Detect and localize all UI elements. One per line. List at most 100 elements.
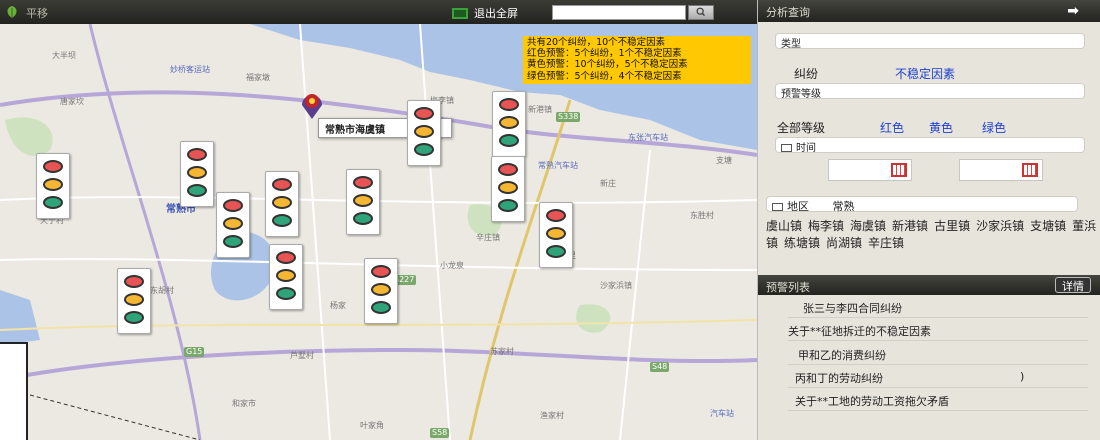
map-label: 福家墩 [246,73,270,82]
map-label: 东胡村 [150,286,174,295]
warning-title: 张三与李四合同纠纷 [803,302,902,315]
detail-button[interactable]: 详情 [1055,277,1091,293]
time-field-label: 时间 [796,143,816,154]
town-item[interactable]: 新港镇 [892,219,928,233]
fullscreen-icon [452,7,468,19]
warning-level-field[interactable]: 预警等级 [775,83,1085,100]
arrow-right-icon[interactable]: ➡ [1067,3,1079,19]
calendar-icon[interactable] [891,163,907,177]
warning-summary: 共有20个纠纷，10个不稳定因素 红色预警：5个纠纷，1个不稳定因素 黄色预警：… [523,36,751,84]
analysis-panel: 分析查询 ➡ 类型 纠纷 不稳定因素 预警等级 全部等级 红色 黄色 绿色 时间… [757,0,1100,440]
overview-map[interactable] [0,342,28,440]
start-date-input[interactable] [828,159,912,181]
panel-title: 分析查询 [766,6,810,19]
town-list: 虞山镇 梅李镇 海虞镇 新港镇 古里镇 沙家浜镇 支塘镇 董浜镇 练塘镇 尚湖镇 辛庄镇 [766,218,1099,252]
traffic-light-marker[interactable] [180,141,214,207]
level-option-green[interactable]: 绿色 [982,119,1006,136]
map-label: 常熟汽车站 [538,161,578,170]
exit-fullscreen-label: 退出全屏 [474,7,518,20]
traffic-light-marker[interactable] [539,202,573,268]
leaf-icon [7,6,17,18]
time-field[interactable]: 时间 [775,137,1085,154]
summary-line: 黄色预警：10个纠纷，5个不稳定因素 [527,59,688,71]
road-shield: G15 [184,347,205,357]
traffic-light-marker[interactable] [216,192,250,258]
map-label: 小龙泉 [440,261,464,270]
calendar-icon[interactable] [1022,163,1038,177]
warning-row[interactable]: 关于**工地的劳动工资拖欠矛盾 [788,390,1088,411]
map-label: 支塘 [716,156,732,165]
location-pin-icon[interactable] [298,90,326,120]
traffic-light-marker[interactable] [346,169,380,235]
pan-tool-label[interactable]: 平移 [26,5,48,21]
town-item[interactable]: 练塘镇 [784,236,820,250]
town-item[interactable]: 虞山镇 [766,219,802,233]
warning-title: 关于**征地拆迁的不稳定因素 [788,325,931,338]
map-icon [772,203,783,211]
level-option-yellow[interactable]: 黄色 [929,119,953,136]
end-date-input[interactable] [959,159,1043,181]
map-label: 杨家 [330,301,346,310]
road-shield: S338 [556,112,581,122]
traffic-light-marker[interactable] [364,258,398,324]
search-button[interactable] [688,5,714,20]
warning-title: 关于**工地的劳动工资拖欠矛盾 [795,395,949,408]
type-option-dispute[interactable]: 纠纷 [794,65,818,82]
level-option-all[interactable]: 全部等级 [777,119,825,136]
map-label: 汽车站 [710,409,734,418]
calendar-icon [781,144,792,152]
map-label: 东张汽车站 [628,133,668,142]
traffic-light-marker[interactable] [269,244,303,310]
summary-line: 共有20个纠纷，10个不稳定因素 [527,37,666,48]
warning-row[interactable]: 张三与李四合同纠纷 [788,297,1088,318]
type-field[interactable]: 类型 [775,33,1085,50]
map-label: 东胜村 [690,211,714,220]
town-item[interactable]: 支塘镇 [1030,219,1066,233]
town-item[interactable]: 古里镇 [934,219,970,233]
traffic-light-marker[interactable] [117,268,151,334]
warning-list-title: 预警列表 [766,281,810,294]
road-shield: S58 [430,428,450,438]
map-view[interactable]: 大半坝 妙桥客运站 福家墩 唐家坎 梅李镇 新港镇 东张汽车站 支塘 常熟汽车站… [0,0,757,440]
road-shield: S48 [650,362,670,372]
map-label: 妙桥客运站 [170,65,210,74]
level-option-red[interactable]: 红色 [880,119,904,136]
map-label: 叶家角 [360,421,384,430]
map-search-input[interactable] [552,5,686,20]
search-icon [696,7,705,16]
region-field[interactable]: 地区 常熟 [766,196,1078,213]
map-label: 芦墅村 [290,351,314,360]
summary-line: 红色预警：5个纠纷，1个不稳定因素 [527,48,682,60]
traffic-light-marker[interactable] [492,91,526,157]
warning-suffix: ) [1020,370,1025,383]
traffic-light-marker[interactable] [407,100,441,166]
map-label: 大半坝 [52,51,76,60]
warning-title: 甲和乙的消费纠纷 [798,349,886,362]
map-label: 新庄 [600,179,616,188]
warning-row[interactable]: 甲和乙的消费纠纷 [788,344,1088,365]
town-item[interactable]: 沙家浜镇 [976,219,1024,233]
traffic-light-marker[interactable] [36,153,70,219]
town-item[interactable]: 海虞镇 [850,219,886,233]
warning-row[interactable]: 丙和丁的劳动纠纷) [788,367,1088,388]
region-value: 常熟 [832,200,855,213]
map-toolbar: 平移 退出全屏 [0,0,757,24]
map-label: 和家市 [232,399,256,408]
traffic-light-marker[interactable] [265,171,299,237]
map-label: 唐家坎 [60,97,84,106]
traffic-light-marker[interactable] [491,156,525,222]
warning-list-header: 预警列表 详情 [758,275,1100,295]
map-label: 苏家村 [490,347,514,356]
town-item[interactable]: 辛庄镇 [868,236,904,250]
town-item[interactable]: 尚湖镇 [826,236,862,250]
exit-fullscreen-button[interactable]: 退出全屏 [452,5,518,21]
warning-row[interactable]: 关于**征地拆迁的不稳定因素 [788,320,1088,341]
town-item[interactable]: 梅李镇 [808,219,844,233]
warning-title: 丙和丁的劳动纠纷 [795,372,883,385]
summary-line: 绿色预警：5个纠纷，4个不稳定因素 [527,70,682,82]
type-option-unstable[interactable]: 不稳定因素 [895,65,955,82]
map-label: 辛庄镇 [476,233,500,242]
map-label: 渔家村 [540,411,564,420]
map-label: 沙家浜镇 [600,281,632,290]
region-field-label: 地区 [787,200,809,213]
